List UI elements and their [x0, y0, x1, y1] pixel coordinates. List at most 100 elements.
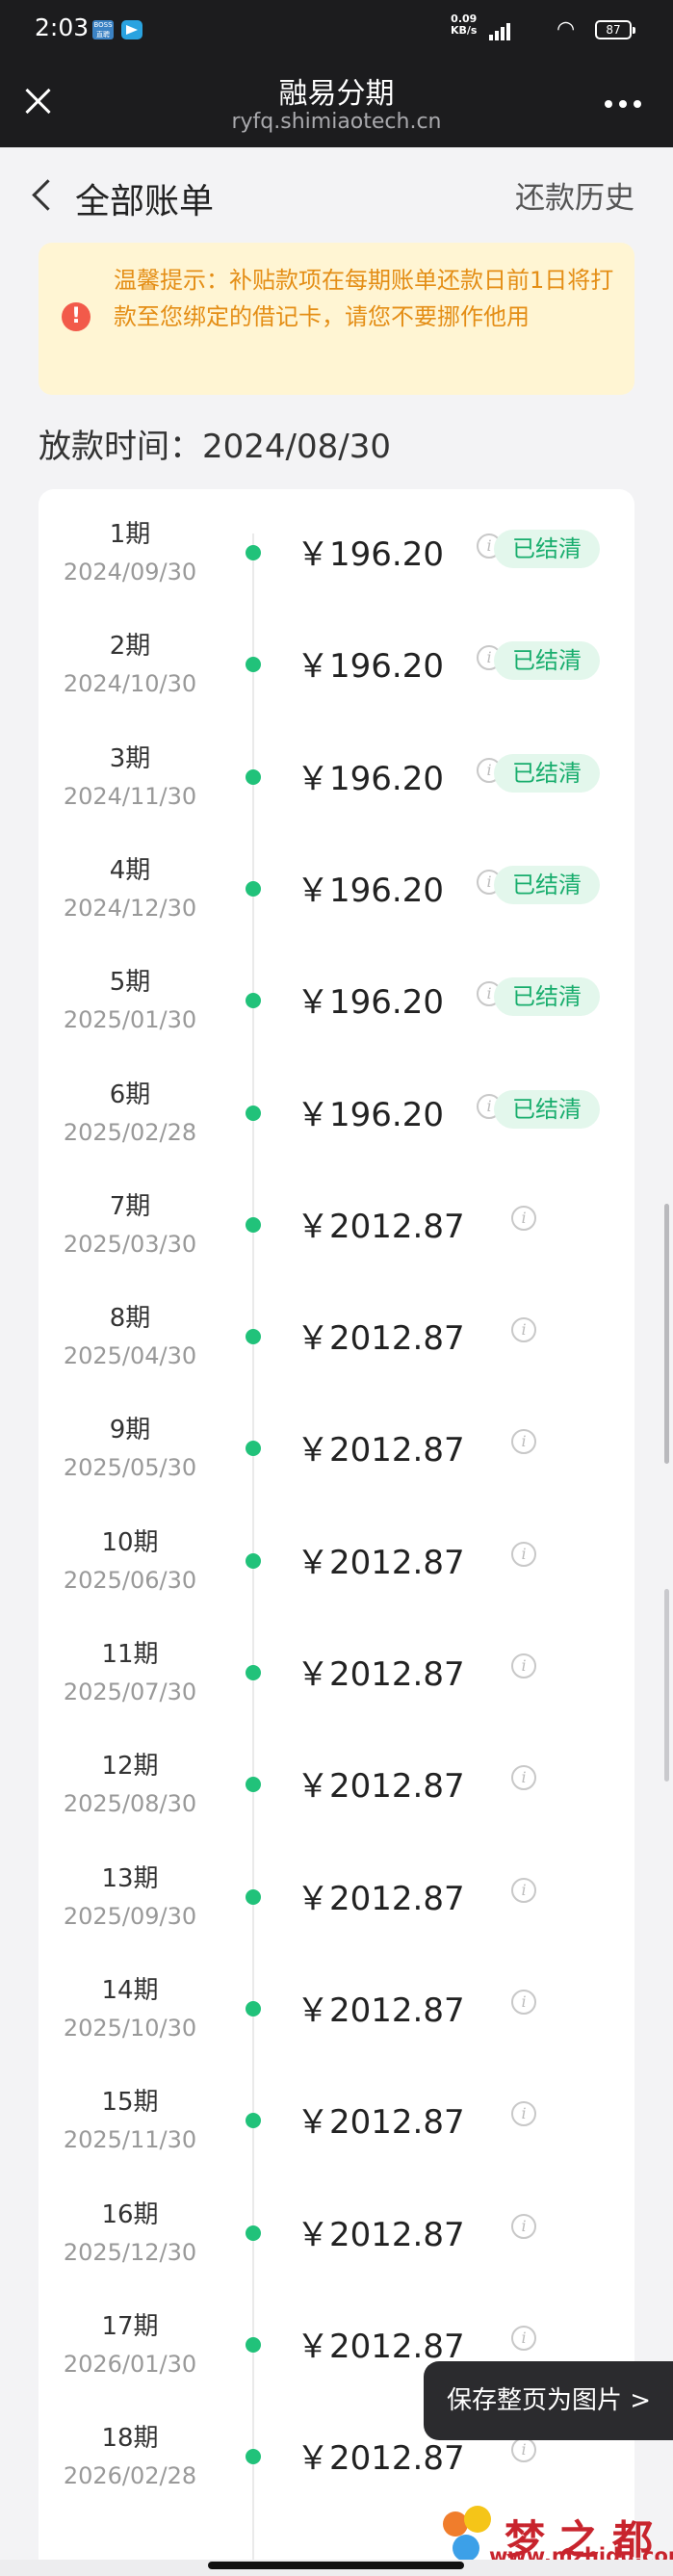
timeline-dot-icon — [246, 1329, 261, 1345]
signal-icon — [489, 21, 514, 40]
installment-amount: ￥2012.87 — [297, 2103, 465, 2143]
timeline-dot-icon — [246, 1552, 261, 1569]
installment-due-date: 2025/03/30 — [63, 1230, 197, 1258]
installment-row[interactable]: 11期 2025/07/30 ￥2012.87 i — [39, 1615, 634, 1727]
back-arrow-icon[interactable] — [32, 179, 64, 211]
installment-row[interactable]: 8期 2025/04/30 ￥2012.87 i — [39, 1279, 634, 1391]
timeline-dot-icon — [246, 1888, 261, 1905]
installment-row[interactable]: 5期 2025/01/30 ￥196.20 i 已结清 — [39, 943, 634, 1054]
network-speed-unit: KB/s — [451, 24, 478, 37]
installment-amount: ￥2012.87 — [297, 1207, 465, 1246]
more-menu-icon[interactable] — [601, 89, 645, 117]
installment-period: 2期 — [109, 632, 151, 662]
installment-period: 17期 — [101, 2311, 159, 2341]
webview-title: 融易分期 — [278, 77, 395, 111]
installment-due-date: 2025/04/30 — [63, 1342, 197, 1370]
installment-period: 10期 — [101, 1527, 159, 1557]
installment-amount: ￥196.20 — [297, 983, 444, 1023]
installment-row[interactable]: 16期 2025/12/30 ￥2012.87 i — [39, 2175, 634, 2287]
installment-period: 14期 — [101, 1975, 159, 2005]
installment-row[interactable]: 13期 2025/09/30 ￥2012.87 i — [39, 1839, 634, 1951]
timeline-dot-icon — [246, 2113, 261, 2129]
watermark-logo-icon — [453, 2535, 479, 2562]
installment-due-date: 2024/11/30 — [63, 782, 197, 810]
installment-row[interactable]: 1期 2024/09/30 ￥196.20 i 已结清 — [39, 495, 634, 607]
installment-period: 4期 — [109, 855, 151, 885]
installment-period: 13期 — [101, 1863, 159, 1893]
info-icon[interactable]: i — [511, 1429, 536, 1455]
installment-row[interactable]: 3期 2024/11/30 ￥196.20 i 已结清 — [39, 719, 634, 831]
installment-due-date: 2025/09/30 — [63, 1902, 197, 1930]
installment-row[interactable]: 14期 2025/10/30 ￥2012.87 i — [39, 1951, 634, 2063]
installment-amount: ￥196.20 — [297, 535, 444, 574]
timeline-dot-icon — [246, 1216, 261, 1233]
status-badge: 已结清 — [494, 530, 600, 568]
installment-row[interactable]: 10期 2025/06/30 ￥2012.87 i — [39, 1503, 634, 1615]
installment-due-date: 2024/12/30 — [63, 894, 197, 922]
info-icon[interactable]: i — [511, 1989, 536, 2015]
info-icon[interactable]: i — [511, 2213, 536, 2239]
info-icon[interactable]: i — [511, 1877, 536, 1903]
installment-row[interactable]: 6期 2025/02/28 ￥196.20 i 已结清 — [39, 1055, 634, 1167]
installment-amount: ￥2012.87 — [297, 1543, 465, 1582]
installment-due-date: 2025/10/30 — [63, 2014, 197, 2042]
timeline-dot-icon — [246, 545, 261, 560]
watermark: 梦之都 www.mzhidu.com — [437, 2506, 673, 2567]
installment-period: 9期 — [109, 1416, 151, 1445]
battery-icon: 87 — [595, 20, 635, 39]
installment-period: 5期 — [109, 968, 151, 998]
installment-amount: ￥2012.87 — [297, 1319, 465, 1359]
info-icon[interactable]: i — [511, 1317, 536, 1343]
installment-period: 16期 — [101, 2199, 159, 2229]
installment-due-date: 2025/02/28 — [63, 1118, 197, 1146]
status-badge: 已结清 — [494, 977, 600, 1017]
installment-due-date: 2024/09/30 — [63, 559, 197, 585]
timeline-dot-icon — [246, 2225, 261, 2241]
status-badge: 已结清 — [494, 1089, 600, 1129]
info-icon[interactable]: i — [511, 2325, 536, 2351]
info-icon[interactable]: i — [511, 1541, 536, 1567]
installment-row[interactable]: 9期 2025/05/30 ￥2012.87 i — [39, 1391, 634, 1502]
home-indicator[interactable] — [208, 2562, 464, 2569]
installment-amount: ￥2012.87 — [297, 2327, 465, 2366]
installments-card: 1期 2024/09/30 ￥196.20 i 已结清 2期 2024/10/30 ￥196.… — [39, 489, 634, 2569]
timeline-dot-icon — [246, 2000, 261, 2017]
installment-row[interactable]: 4期 2024/12/30 ￥196.20 i 已结清 — [39, 831, 634, 943]
info-icon[interactable]: i — [511, 2437, 536, 2463]
notice-text: 温馨提示：补贴款项在每期账单还款日前1日将打款至您绑定的借记卡，请您不要挪作他用 — [114, 267, 614, 330]
timeline-dot-icon — [246, 768, 261, 785]
boss-app-icon: BOSS 直聘 — [92, 20, 114, 39]
telegram-app-icon — [121, 20, 142, 39]
repayment-history-link[interactable]: 还款历史 — [515, 173, 634, 217]
scroll-indicator — [664, 1589, 669, 1782]
installment-amount: ￥2012.87 — [297, 1879, 465, 1918]
status-bar: 2:03 BOSS 直聘 0.09 KB/s ◠ 87 — [0, 0, 673, 62]
info-icon[interactable]: i — [511, 1653, 536, 1678]
installment-period: 6期 — [109, 1080, 151, 1109]
info-icon[interactable]: i — [511, 1765, 536, 1791]
installment-row[interactable]: 15期 2025/11/30 ￥2012.87 i — [39, 2063, 634, 2174]
installment-period: 18期 — [101, 2424, 159, 2454]
info-icon[interactable]: i — [511, 2101, 536, 2127]
installment-amount: ￥2012.87 — [297, 1655, 465, 1694]
installment-amount: ￥196.20 — [297, 1095, 444, 1134]
installment-row[interactable]: 12期 2025/08/30 ￥2012.87 i — [39, 1727, 634, 1838]
watermark-logo-icon — [464, 2506, 491, 2533]
loan-time: 放款时间：2024/08/30 — [39, 428, 391, 466]
timeline-dot-icon — [246, 1777, 261, 1793]
timeline-dot-icon — [246, 2336, 261, 2353]
status-badge: 已结清 — [494, 753, 600, 793]
installment-row[interactable]: 7期 2025/03/30 ￥2012.87 i — [39, 1167, 634, 1279]
installment-due-date: 2024/10/30 — [63, 670, 197, 698]
timeline-dot-icon — [246, 2449, 261, 2465]
installment-due-date: 2025/08/30 — [63, 1790, 197, 1818]
installment-amount: ￥2012.87 — [297, 2215, 465, 2254]
save-page-as-image-button[interactable]: 保存整页为图片 > — [424, 2361, 673, 2440]
installment-period: 1期 — [109, 520, 151, 549]
installment-amount: ￥196.20 — [297, 871, 444, 910]
installment-period: 3期 — [109, 743, 151, 773]
installment-due-date: 2025/01/30 — [63, 1006, 197, 1034]
info-icon[interactable]: i — [511, 1205, 536, 1231]
installment-period: 15期 — [101, 2088, 159, 2118]
installment-row[interactable]: 2期 2024/10/30 ￥196.20 i 已结清 — [39, 607, 634, 718]
